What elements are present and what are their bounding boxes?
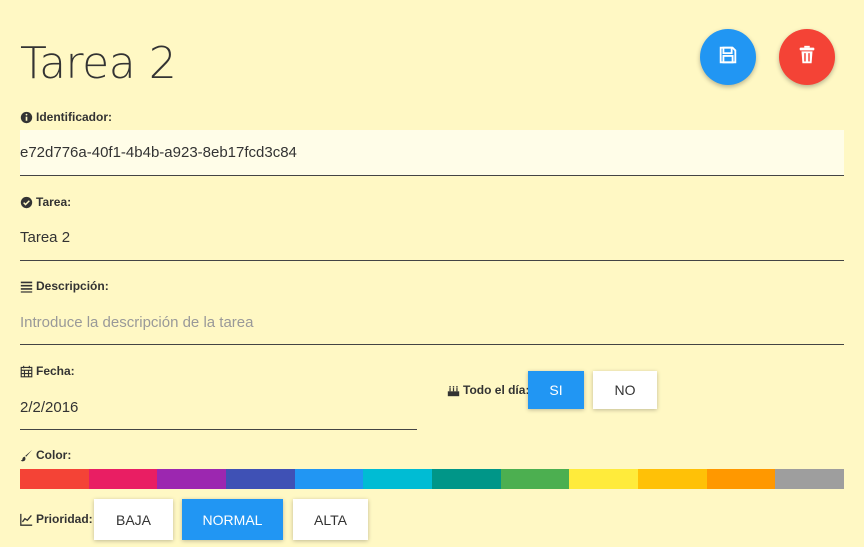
color-swatch[interactable] (157, 469, 227, 489)
page-title: Tarea 2 (20, 38, 177, 89)
priority-low-button[interactable]: BAJA (94, 499, 173, 540)
color-label: Color: (20, 448, 71, 462)
color-swatch[interactable] (226, 469, 295, 489)
priority-high-button[interactable]: ALTA (293, 499, 368, 540)
priority-label-text: Prioridad: (36, 512, 93, 526)
id-label-text: Identificador: (36, 110, 113, 124)
date-label: Fecha: (20, 364, 75, 378)
all-day-label: Todo el día: (447, 383, 529, 397)
task-label: Tarea: (20, 195, 71, 209)
line-chart-icon (20, 513, 33, 526)
all-day-no-button[interactable]: NO (593, 371, 657, 409)
align-justify-icon (20, 280, 33, 293)
id-label: Identificador: (20, 110, 112, 124)
task-label-text: Tarea: (36, 195, 72, 209)
color-swatch[interactable] (569, 469, 639, 489)
id-field[interactable]: e72d776a-40f1-4b4b-a923-8eb17fcd3c84 (20, 130, 844, 176)
description-label-text: Descripción: (36, 279, 109, 293)
save-button[interactable] (700, 29, 756, 85)
birthday-cake-icon (447, 384, 460, 397)
priority-normal-button[interactable]: NORMAL (182, 499, 283, 540)
color-swatch[interactable] (706, 469, 776, 489)
color-swatch[interactable] (432, 469, 501, 489)
color-swatch[interactable] (638, 469, 707, 489)
color-swatch[interactable] (294, 469, 364, 489)
check-circle-icon (20, 196, 33, 209)
color-swatch[interactable] (775, 469, 845, 489)
color-swatch[interactable] (363, 469, 433, 489)
all-day-yes-button[interactable]: SI (528, 371, 584, 409)
color-palette (20, 469, 845, 489)
date-label-text: Fecha: (36, 364, 75, 378)
paint-brush-icon (20, 449, 33, 462)
task-field[interactable]: Tarea 2 (20, 215, 844, 261)
description-field[interactable]: Introduce la descripción de la tarea (20, 300, 844, 345)
color-swatch[interactable] (500, 469, 570, 489)
description-label: Descripción: (20, 279, 109, 293)
all-day-label-text: Todo el día: (463, 383, 530, 397)
calendar-icon (20, 365, 33, 378)
trash-icon (796, 44, 818, 71)
color-label-text: Color: (36, 448, 72, 462)
floppy-disk-icon (717, 44, 739, 71)
color-swatch[interactable] (20, 469, 89, 489)
info-circle-icon (20, 111, 33, 124)
priority-label: Prioridad: (20, 512, 93, 526)
color-swatch[interactable] (88, 469, 158, 489)
date-field[interactable]: 2/2/2016 (20, 385, 417, 430)
delete-button[interactable] (779, 29, 835, 85)
